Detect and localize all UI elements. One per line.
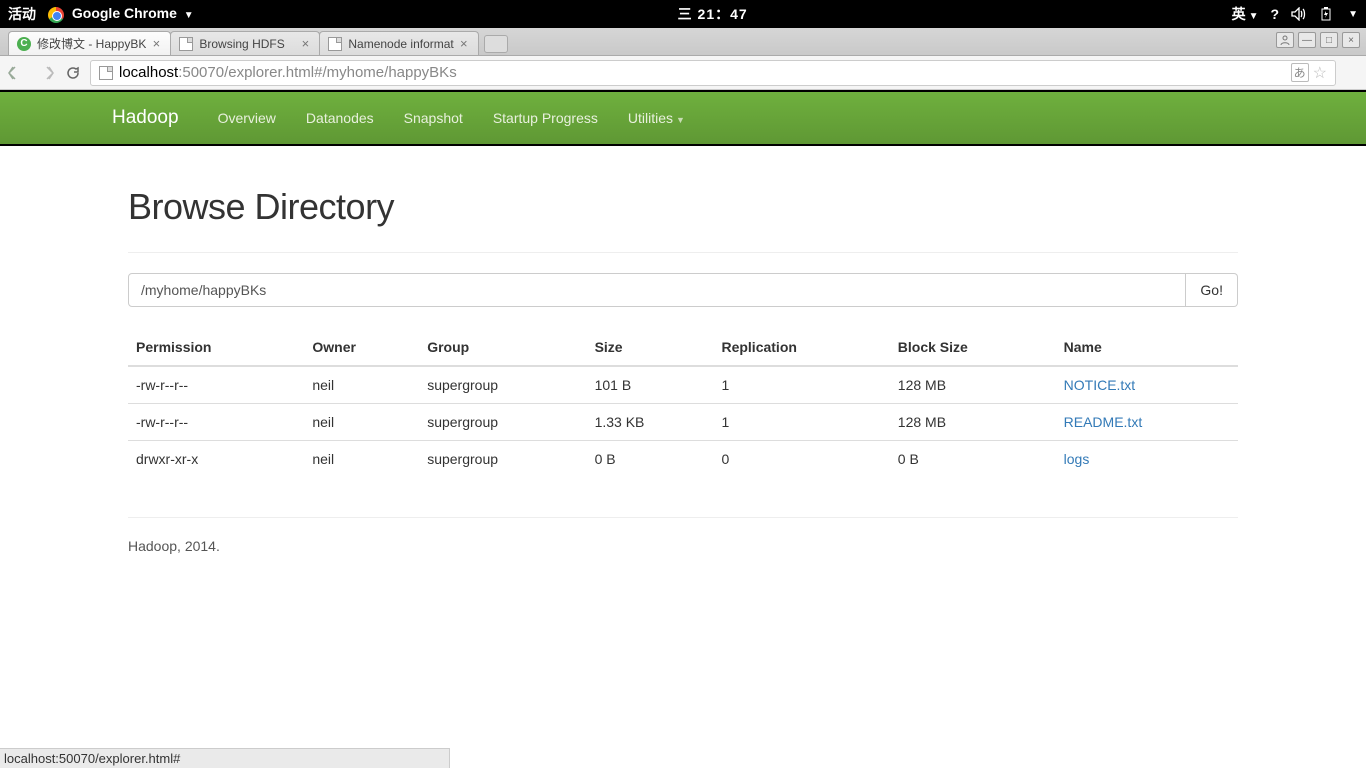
browser-tab-strip: C 修改博文 - HappyBK × Browsing HDFS × Namen… bbox=[0, 28, 1366, 56]
go-button[interactable]: Go! bbox=[1186, 273, 1238, 307]
page-container: Browse Directory Go! Permission Owner Gr… bbox=[113, 186, 1253, 554]
chevron-down-icon[interactable]: ▼ bbox=[1348, 9, 1358, 20]
col-block-size: Block Size bbox=[890, 329, 1056, 366]
close-button[interactable]: × bbox=[1342, 32, 1360, 48]
cell-block-size: 0 B bbox=[890, 441, 1056, 478]
tab-title: Browsing HDFS bbox=[199, 37, 295, 51]
chrome-icon bbox=[48, 7, 64, 23]
cell-name: logs bbox=[1056, 441, 1238, 478]
page-icon bbox=[99, 66, 113, 80]
favicon bbox=[328, 37, 342, 51]
app-menu[interactable]: Google Chrome ▼ bbox=[48, 5, 194, 22]
desktop-top-bar: 活动 Google Chrome ▼ 三 21：47 英▼ ? ▼ bbox=[0, 0, 1366, 28]
cell-owner: neil bbox=[304, 441, 419, 478]
footer-text: Hadoop, 2014. bbox=[128, 538, 1238, 554]
table-row: -rw-r--r--neilsupergroup1.33 KB1128 MB RE… bbox=[128, 404, 1238, 441]
maximize-button[interactable]: □ bbox=[1320, 32, 1338, 48]
hadoop-navbar: Hadoop Overview Datanodes Snapshot Start… bbox=[0, 92, 1366, 144]
table-row: -rw-r--r--neilsupergroup101 B1128 MB NOTI… bbox=[128, 366, 1238, 404]
cell-owner: neil bbox=[304, 404, 419, 441]
browser-tab[interactable]: Browsing HDFS × bbox=[170, 31, 320, 55]
accessibility-icon[interactable]: ? bbox=[1271, 6, 1280, 22]
minimize-button[interactable]: — bbox=[1298, 32, 1316, 48]
table-header-row: Permission Owner Group Size Replication … bbox=[128, 329, 1238, 366]
page-title: Browse Directory bbox=[128, 186, 1238, 228]
new-tab-button[interactable] bbox=[484, 35, 508, 53]
path-input-group: Go! bbox=[128, 273, 1238, 307]
address-bar[interactable]: localhost:50070/explorer.html#/myhome/ha… bbox=[90, 60, 1336, 86]
status-bar: localhost:50070/explorer.html# bbox=[0, 748, 450, 768]
activities-button[interactable]: 活动 bbox=[8, 4, 36, 24]
col-owner: Owner bbox=[304, 329, 419, 366]
browser-toolbar: localhost:50070/explorer.html#/myhome/ha… bbox=[0, 56, 1366, 90]
forward-button[interactable] bbox=[34, 62, 56, 84]
browser-tab[interactable]: C 修改博文 - HappyBK × bbox=[8, 31, 171, 55]
user-icon[interactable] bbox=[1276, 32, 1294, 48]
cell-name: README.txt bbox=[1056, 404, 1238, 441]
cell-permission: -rw-r--r-- bbox=[128, 366, 304, 404]
ime-indicator[interactable]: 英▼ bbox=[1232, 4, 1259, 24]
url-path: :50070/explorer.html#/myhome/happyBKs bbox=[178, 64, 457, 81]
cell-owner: neil bbox=[304, 366, 419, 404]
col-name: Name bbox=[1056, 329, 1238, 366]
file-link[interactable]: logs bbox=[1064, 451, 1090, 467]
col-replication: Replication bbox=[713, 329, 889, 366]
file-link[interactable]: README.txt bbox=[1064, 414, 1143, 430]
chevron-down-icon: ▼ bbox=[676, 115, 685, 125]
hamburger-menu-icon[interactable] bbox=[1342, 66, 1360, 80]
chevron-down-icon: ▼ bbox=[184, 10, 194, 21]
cell-permission: -rw-r--r-- bbox=[128, 404, 304, 441]
url-host: localhost bbox=[119, 64, 178, 81]
col-permission: Permission bbox=[128, 329, 304, 366]
cell-size: 1.33 KB bbox=[587, 404, 714, 441]
cell-size: 0 B bbox=[587, 441, 714, 478]
tab-title: Namenode informat bbox=[348, 37, 453, 51]
file-link[interactable]: NOTICE.txt bbox=[1064, 377, 1136, 393]
cell-group: supergroup bbox=[419, 404, 586, 441]
divider bbox=[128, 252, 1238, 253]
bookmark-star-icon[interactable]: ☆ bbox=[1313, 63, 1327, 83]
nav-overview[interactable]: Overview bbox=[203, 94, 291, 142]
tab-title: 修改博文 - HappyBK bbox=[37, 35, 146, 52]
cell-block-size: 128 MB bbox=[890, 366, 1056, 404]
col-size: Size bbox=[587, 329, 714, 366]
table-row: drwxr-xr-xneilsupergroup0 B00 Blogs bbox=[128, 441, 1238, 478]
close-icon[interactable]: × bbox=[458, 38, 470, 50]
browser-tab[interactable]: Namenode informat × bbox=[319, 31, 478, 55]
nav-datanodes[interactable]: Datanodes bbox=[291, 94, 389, 142]
cell-replication: 1 bbox=[713, 366, 889, 404]
cell-permission: drwxr-xr-x bbox=[128, 441, 304, 478]
cell-size: 101 B bbox=[587, 366, 714, 404]
reload-button[interactable] bbox=[62, 62, 84, 84]
cell-group: supergroup bbox=[419, 366, 586, 404]
directory-table: Permission Owner Group Size Replication … bbox=[128, 329, 1238, 477]
back-button[interactable] bbox=[6, 62, 28, 84]
cell-replication: 0 bbox=[713, 441, 889, 478]
nav-utilities[interactable]: Utilities▼ bbox=[613, 94, 700, 142]
favicon bbox=[179, 37, 193, 51]
cell-name: NOTICE.txt bbox=[1056, 366, 1238, 404]
cell-replication: 1 bbox=[713, 404, 889, 441]
close-icon[interactable]: × bbox=[150, 38, 162, 50]
col-group: Group bbox=[419, 329, 586, 366]
nav-startup-progress[interactable]: Startup Progress bbox=[478, 94, 613, 142]
divider bbox=[128, 517, 1238, 518]
clock[interactable]: 三 21：47 bbox=[194, 4, 1232, 24]
close-icon[interactable]: × bbox=[299, 38, 311, 50]
cell-group: supergroup bbox=[419, 441, 586, 478]
battery-icon[interactable] bbox=[1319, 7, 1333, 21]
translate-icon[interactable]: あ bbox=[1291, 63, 1309, 82]
nav-snapshot[interactable]: Snapshot bbox=[389, 94, 478, 142]
path-input[interactable] bbox=[128, 273, 1186, 307]
volume-icon[interactable] bbox=[1291, 7, 1307, 21]
brand[interactable]: Hadoop bbox=[112, 107, 179, 129]
favicon: C bbox=[17, 37, 31, 51]
cell-block-size: 128 MB bbox=[890, 404, 1056, 441]
